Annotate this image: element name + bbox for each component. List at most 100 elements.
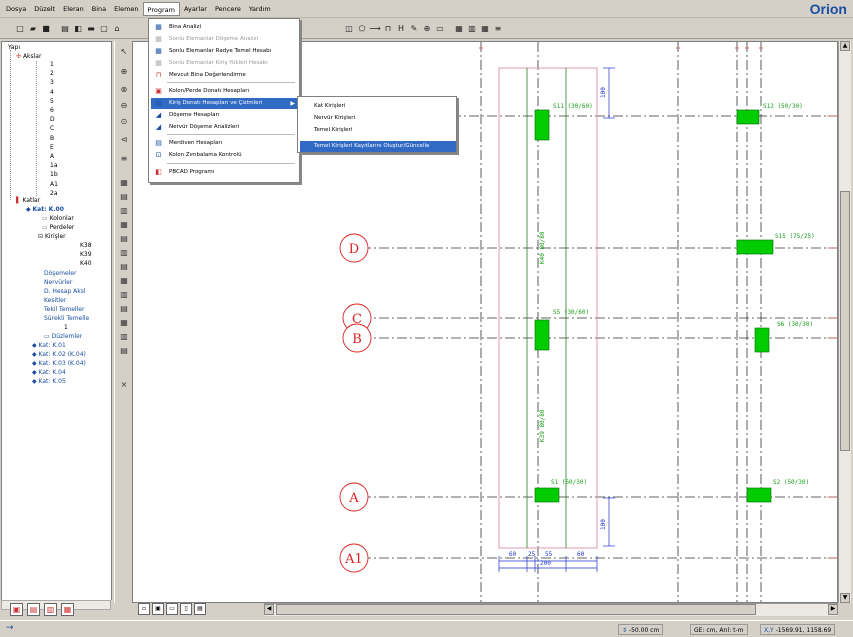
list-icon[interactable]: ▥ [466,23,478,35]
tree-current-floor[interactable]: ◆ Kat: K.00 [26,206,64,214]
tree-node[interactable]: Tekil Temeller [44,306,84,314]
menu-item-9[interactable]: ▤ Merdiven Hesapları [151,138,299,149]
tree-tab-3-icon[interactable]: ▥ [44,603,57,616]
layout-2-icon[interactable]: ▣ [152,603,164,615]
ruler-icon[interactable]: ▬ [85,23,97,35]
menu-item-0[interactable]: ▦ Bina Analizi [151,22,299,33]
tree-axis-item[interactable]: D [50,116,55,124]
hscroll-thumb[interactable] [276,604,756,615]
print-icon[interactable]: ▤ [59,23,71,35]
menu-dosya[interactable]: Dosya [2,2,30,16]
polygon-icon[interactable]: ⬠ [356,23,368,35]
tree-node[interactable]: Döşemeler [44,270,76,278]
grid-icon[interactable]: ▦ [479,23,491,35]
tree-axis-item[interactable]: E [50,144,54,152]
menu-item-5[interactable]: ▣ Kolon/Perde Donatı Hesapları [151,86,299,97]
scroll-down-icon[interactable]: ▼ [840,593,850,603]
tree-floor-item[interactable]: ◆ Kat: K.05 [32,378,66,386]
vscroll-thumb[interactable] [840,191,850,451]
view-icon[interactable]: ▢ [98,23,110,35]
tree-node[interactable]: Nervürler [44,279,72,287]
submenu-item-2[interactable]: Temel Kirişleri [300,125,456,136]
layer-icon[interactable]: ≡ [118,153,130,164]
tree-axis-item[interactable]: 5 [50,98,54,106]
zoom-in-icon[interactable]: ⊕ [118,66,130,77]
tree-floor-item[interactable]: ◆ Kat: K.04 [32,369,66,377]
tree-axis-item[interactable]: C [50,125,54,133]
tree-floor-item[interactable]: ◆ Kat: K.02 (K.04) [32,351,86,359]
delete-icon[interactable]: ⨯ [118,379,130,390]
menu-ayarlar[interactable]: Ayarlar [180,2,211,16]
tree-axis-item[interactable]: 2a [50,190,58,198]
tree-axis-item[interactable]: 6 [50,107,54,115]
tree-tab-4-icon[interactable]: ▦ [61,603,74,616]
table-icon[interactable]: ▦ [453,23,465,35]
menu-item-2[interactable]: ▦ Sonlu Elemanlar Radye Temel Hesabı [151,46,299,57]
column-tool-icon[interactable]: H [395,23,407,35]
rect-icon[interactable]: ◫ [343,23,355,35]
menu-item-11[interactable]: ◧ PBCAD Programı [151,167,299,178]
menu-yardim[interactable]: Yardım [245,2,275,16]
menu-item-4[interactable]: ⊓ Mevcut Bina Değerlendirme [151,70,299,81]
check-icon[interactable]: ▥ [118,331,130,342]
tree-axis-item[interactable]: 1 [50,61,54,69]
scroll-left-icon[interactable]: ◀ [264,604,274,615]
submenu-item-0[interactable]: Kat Kirişleri [300,101,456,112]
menu-item-3[interactable]: ▦ Sonlu Elemanlar Kiriş Yükleri Hesabı [151,58,299,69]
open-file-icon[interactable]: ▰ [27,23,39,35]
menu-item-1[interactable]: ▦ Sonlu Elemanlar Döşeme Analizi [151,34,299,45]
wall-icon[interactable]: ▤ [118,233,130,244]
tree-axis-item[interactable]: 1b [50,171,58,179]
tree-beam-item[interactable]: K38 [80,242,92,250]
canvas-vscroll[interactable]: ▲ ▼ [838,41,851,603]
layers-icon[interactable]: ≡ [492,23,504,35]
tree-axis-item[interactable]: 3 [50,79,54,87]
menu-item-6[interactable]: ▤ Kiriş Donatı Hesapları ve Çizimleri ▶ [151,98,299,109]
scroll-up-icon[interactable]: ▲ [840,41,850,51]
tree-sub-item[interactable]: 1 [64,324,68,332]
slab-icon[interactable]: ▦ [118,219,130,230]
save-icon[interactable]: ■ [40,23,52,35]
scroll-right-icon[interactable]: ▶ [828,604,838,615]
preview-icon[interactable]: ◧ [72,23,84,35]
tree-beam-item[interactable]: K40 [80,260,92,268]
tree-duzlemler[interactable]: ▭ Düzlemler [44,333,82,341]
tree-floors[interactable]: ▌ Katlar [16,197,40,205]
submenu-item-3[interactable]: Temel Kirişleri Kayıtlarını Oluştur/Günc… [300,141,456,152]
tree-tab-1-icon[interactable]: ▣ [10,603,23,616]
menu-pencere[interactable]: Pencere [211,2,245,16]
layout-5-icon[interactable]: ▤ [194,603,206,615]
layout-3-icon[interactable]: ▭ [166,603,178,615]
tree-floor-child[interactable]: ▭ Perdeler [42,224,74,232]
cursor-icon[interactable]: ↖ [118,46,130,57]
menu-duzelt[interactable]: Düzelt [30,2,59,16]
tree-floor-child[interactable]: ▭ Kolonlar [42,215,74,223]
list-icon[interactable]: ▤ [118,303,130,314]
menu-eleran[interactable]: Eleran [59,2,88,16]
element-icon[interactable]: ▥ [118,289,130,300]
section-icon[interactable]: ⊕ [421,23,433,35]
zoom-all-icon[interactable]: ⊙ [118,116,130,127]
tree-axis-item[interactable]: 2 [50,70,54,78]
tree-node[interactable]: Sürekli Temelle [44,315,89,323]
section-icon[interactable]: ▦ [118,275,130,286]
grid-icon[interactable]: ▦ [118,177,130,188]
menu-program[interactable]: Program [142,1,180,16]
line-icon[interactable]: ⟶ [369,23,381,35]
canvas-hscroll[interactable]: ◀ ▶ [264,603,838,616]
model-icon[interactable]: ⌂ [111,23,123,35]
tree-floor-item[interactable]: ◆ Kat: K.01 [32,342,66,350]
menu-item-8[interactable]: ◢ Nervür Döşeme Analizleri [151,122,299,133]
layout-1-icon[interactable]: ▫ [138,603,150,615]
tree-tab-2-icon[interactable]: ▤ [27,603,40,616]
foundation-icon[interactable]: ▥ [118,247,130,258]
tree-node[interactable]: D. Hesap Aksl [44,288,86,296]
stair-icon[interactable]: ▤ [118,261,130,272]
tree-beam-item[interactable]: K39 [80,251,92,259]
tree-axes[interactable]: ✣ Akslar [16,53,41,61]
tree-node[interactable]: Kesitler [44,297,66,305]
redraw-icon[interactable]: ⊲ [118,134,130,145]
project-tree[interactable]: Yapı ✣ Akslar 1 2 3 4 5 6 D C B E A 1a 1b A1 2a ▌ Katlar ◆… [1,41,112,603]
layout-4-icon[interactable]: ▯ [180,603,192,615]
tree-floor-item[interactable]: ◆ Kat: K.03 (K.04) [32,360,86,368]
